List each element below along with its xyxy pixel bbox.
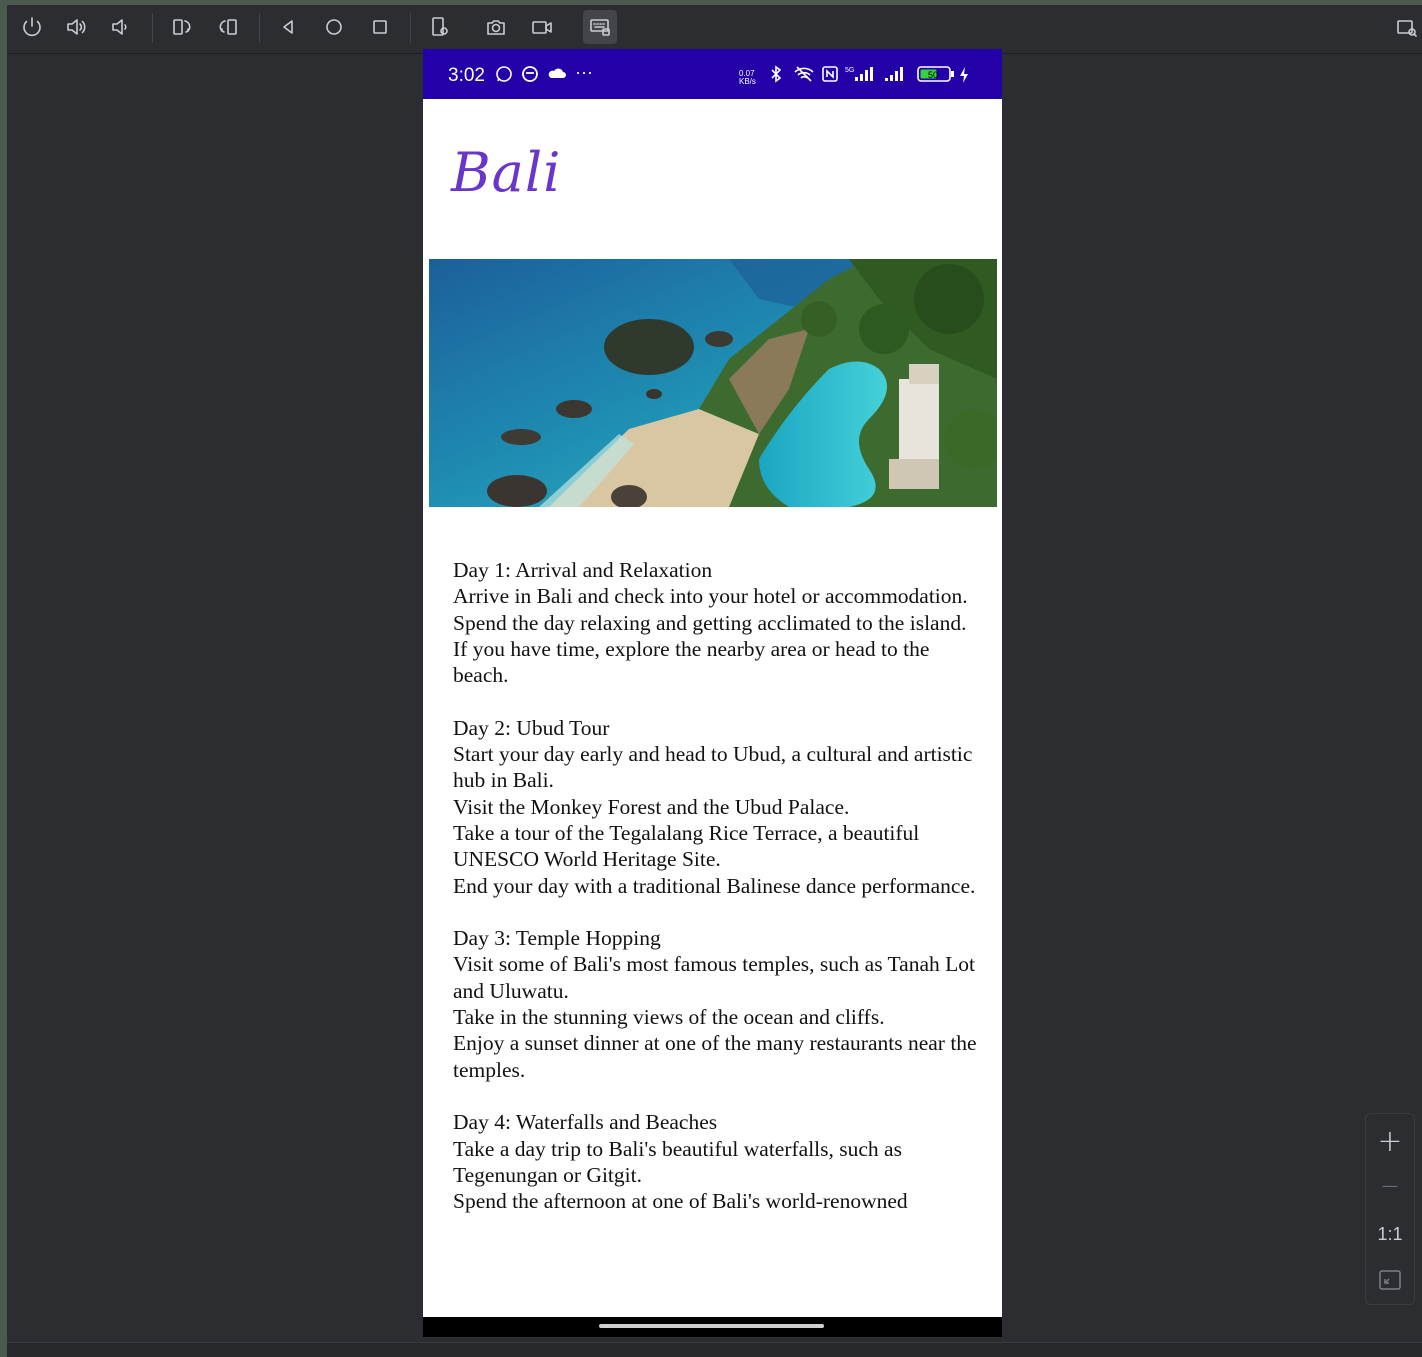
signal-icon (883, 65, 909, 88)
nfc-icon (821, 65, 839, 88)
overview-icon[interactable] (363, 10, 397, 44)
fit-screen-icon[interactable] (1366, 1269, 1414, 1295)
status-time: 3:02 (448, 65, 485, 86)
rotate-right-icon[interactable] (211, 10, 245, 44)
camera-icon[interactable] (479, 10, 513, 44)
toolbar-separator (410, 13, 411, 43)
battery-level: 50 (928, 70, 938, 80)
toolbar-separator (152, 13, 153, 43)
battery-icon: 50 (917, 65, 955, 88)
volume-up-icon[interactable] (59, 10, 93, 44)
circle-app-icon (521, 65, 539, 88)
whatsapp-icon (495, 65, 513, 88)
back-icon[interactable] (271, 10, 305, 44)
power-icon[interactable] (15, 10, 49, 44)
home-gesture-handle[interactable] (599, 1324, 824, 1328)
status-bar: 3:02 ··· 0.07 KB/s 5G 50 (423, 49, 1002, 99)
toolbar-separator (259, 13, 260, 43)
volume-down-icon[interactable] (103, 10, 137, 44)
charging-icon (958, 66, 970, 89)
itinerary-text: Day 1: Arrival and Relaxation Arrive in … (453, 558, 977, 1214)
home-icon[interactable] (317, 10, 351, 44)
device-settings-icon[interactable] (423, 10, 457, 44)
window-bottom-edge (7, 1342, 1422, 1357)
cloud-icon (547, 65, 567, 86)
screen-search-icon[interactable] (1390, 11, 1422, 45)
screen-record-icon[interactable] (525, 10, 559, 44)
rotate-left-icon[interactable] (165, 10, 199, 44)
wifi-off-icon (793, 65, 815, 88)
gesture-nav-bar (423, 1317, 1002, 1337)
more-icon: ··· (575, 62, 593, 82)
hero-image (429, 259, 997, 507)
emulator-toolbar (7, 5, 1422, 54)
zoom-panel: + — 1:1 (1365, 1113, 1415, 1305)
svg-text:5G: 5G (845, 67, 854, 74)
signal-5g-icon: 5G (845, 65, 875, 88)
page-title: Bali (451, 141, 562, 204)
bluetooth-icon (767, 65, 785, 88)
zoom-reset-button[interactable]: 1:1 (1366, 1224, 1414, 1245)
zoom-in-button[interactable]: + (1366, 1124, 1414, 1159)
keyboard-icon[interactable] (583, 10, 617, 44)
app-content[interactable]: Bali Day 1: Arrival and Relaxation Arriv… (423, 99, 1002, 1281)
data-rate-icon: 0.07 KB/s (739, 69, 756, 86)
phone-screen: 3:02 ··· 0.07 KB/s 5G 50 Bali Day 1: Arr… (423, 49, 1002, 1337)
zoom-out-button[interactable]: — (1366, 1176, 1414, 1195)
